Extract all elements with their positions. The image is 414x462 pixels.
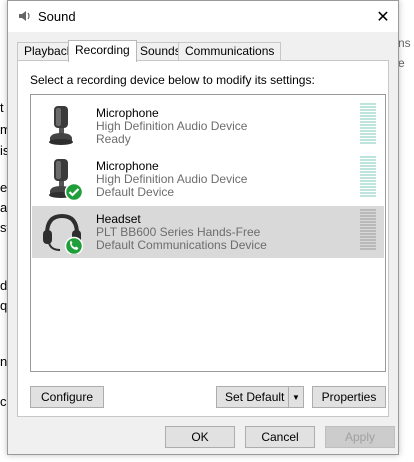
ok-button[interactable]: OK bbox=[165, 426, 235, 448]
microphone-icon bbox=[49, 106, 73, 145]
headset-icon bbox=[43, 213, 84, 254]
cancel-button[interactable]: Cancel bbox=[245, 426, 315, 448]
tab-recording[interactable]: Recording bbox=[68, 40, 137, 62]
level-meter bbox=[360, 209, 376, 253]
device-description: High Definition Audio Device bbox=[96, 172, 248, 186]
level-meter bbox=[360, 103, 376, 147]
device-list[interactable]: Microphone High Definition Audio Device … bbox=[30, 94, 386, 372]
chevron-down-icon[interactable]: ▼ bbox=[288, 387, 303, 407]
device-name: Headset bbox=[96, 212, 141, 226]
device-status: Ready bbox=[96, 132, 131, 146]
configure-button[interactable]: Configure bbox=[30, 386, 104, 408]
device-description: High Definition Audio Device bbox=[96, 119, 248, 133]
device-status: Default Device bbox=[96, 185, 175, 199]
level-meter bbox=[360, 156, 376, 200]
device-name: Microphone bbox=[96, 106, 159, 120]
device-description: PLT BB600 Series Hands-Free bbox=[96, 225, 261, 239]
properties-button[interactable]: Properties bbox=[312, 386, 386, 408]
microphone-icon bbox=[49, 159, 84, 201]
device-row-headset[interactable]: Headset PLT BB600 Series Hands-Free Defa… bbox=[32, 206, 384, 258]
device-row-microphone-1[interactable]: Microphone High Definition Audio Device … bbox=[32, 100, 384, 152]
apply-button[interactable]: Apply bbox=[325, 426, 395, 448]
instruction-text: Select a recording device below to modif… bbox=[30, 73, 315, 87]
background-text: ns bbox=[398, 36, 411, 50]
background-text: e bbox=[398, 56, 405, 70]
title-bar[interactable]: Sound ✕ bbox=[8, 1, 398, 32]
set-default-label: Set Default bbox=[225, 390, 285, 404]
window-title: Sound bbox=[38, 9, 76, 24]
speaker-icon bbox=[19, 11, 30, 21]
sound-dialog: Sound ✕ Playback Recording Sounds Commun… bbox=[7, 0, 399, 455]
close-button[interactable]: ✕ bbox=[368, 1, 398, 32]
device-name: Microphone bbox=[96, 159, 159, 173]
tab-communications[interactable]: Communications bbox=[178, 42, 282, 61]
device-row-microphone-2[interactable]: Microphone High Definition Audio Device … bbox=[32, 153, 384, 205]
phone-badge-icon bbox=[64, 236, 84, 254]
check-badge-icon bbox=[64, 182, 84, 201]
close-icon: ✕ bbox=[376, 8, 390, 26]
recording-panel: Select a recording device below to modif… bbox=[17, 60, 389, 417]
device-status: Default Communications Device bbox=[96, 238, 267, 252]
set-default-button[interactable]: Set Default ▼ bbox=[216, 386, 304, 408]
